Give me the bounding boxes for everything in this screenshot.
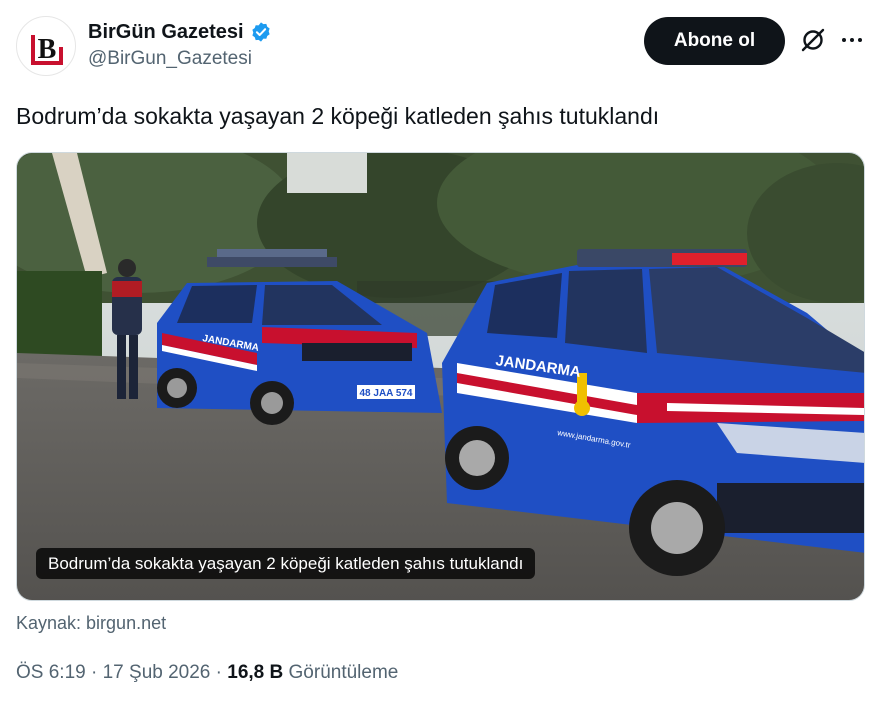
tweet-meta: ÖS 6:19 · 17 Şub 2026 · 16,8 B Görüntüle… xyxy=(16,660,398,686)
grok-slash-circle-icon xyxy=(801,28,825,52)
verified-badge-icon xyxy=(251,22,270,42)
author-names: BirGün Gazetesi @BirGun_Gazetesi xyxy=(88,20,272,71)
follow-button[interactable]: Abone ol xyxy=(644,17,785,65)
link-card-image[interactable]: 48 JAA 574 JANDARMA JANDARMA www.jandarm… xyxy=(16,152,865,601)
author-handle[interactable]: @BirGun_Gazetesi xyxy=(88,47,272,71)
plate-text: 48 JAA 574 xyxy=(360,388,413,399)
meta-separator: · xyxy=(215,662,222,683)
news-photo: 48 JAA 574 JANDARMA JANDARMA www.jandarm… xyxy=(17,153,864,600)
author-display-name[interactable]: BirGün Gazetesi xyxy=(88,20,272,44)
more-dots-icon xyxy=(842,38,846,42)
tweet-date[interactable]: 17 Şub 2026 xyxy=(103,662,211,683)
birgun-logo-icon: B xyxy=(31,34,63,65)
card-caption[interactable]: Bodrum’da sokakta yaşayan 2 köpeği katle… xyxy=(36,548,536,579)
card-source-link[interactable]: Kaynak: birgun.net xyxy=(16,611,166,635)
views-label: Görüntüleme xyxy=(288,662,399,683)
author-avatar[interactable]: B xyxy=(16,16,76,76)
views-count: 16,8 B xyxy=(227,662,284,683)
tweet-time[interactable]: ÖS 6:19 xyxy=(16,662,86,683)
svg-text:B: B xyxy=(38,34,57,65)
tweet-header: B BirGün Gazetesi @BirGun_Gazetesi Abone… xyxy=(16,16,875,76)
meta-separator: · xyxy=(91,662,98,683)
display-name-text[interactable]: BirGün Gazetesi xyxy=(88,20,244,44)
more-options-button[interactable] xyxy=(836,24,868,56)
tweet-text: Bodrum’da sokakta yaşayan 2 köpeği katle… xyxy=(16,103,660,129)
grok-icon[interactable] xyxy=(797,24,829,56)
